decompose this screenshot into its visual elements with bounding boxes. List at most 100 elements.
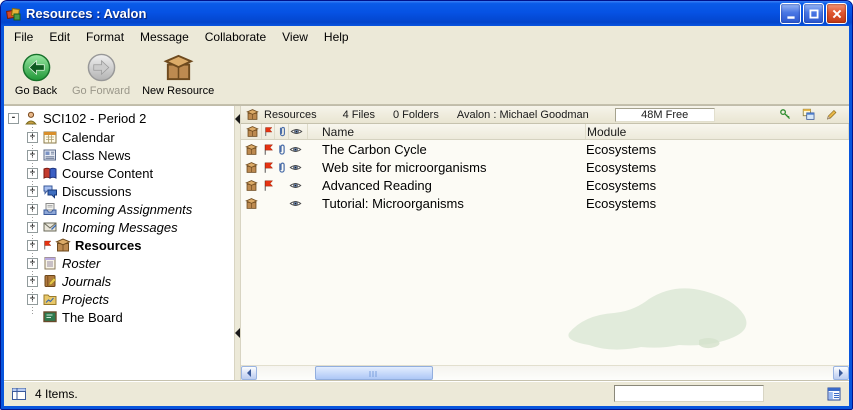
sidebar-item-roster[interactable]: + Roster [27, 254, 234, 272]
flag-icon [42, 237, 53, 253]
app-icon[interactable] [6, 6, 22, 22]
menu-bar: File Edit Format Message Collaborate Vie… [4, 26, 849, 47]
roster-icon [42, 255, 58, 271]
content-header: Resources 4 Files 0 Folders Avalon : Mic… [241, 106, 849, 124]
file-list: The Carbon Cycle Ecosystems Web site for… [241, 140, 849, 365]
menu-collaborate[interactable]: Collaborate [197, 28, 274, 46]
paperclip-icon [275, 161, 288, 174]
flag-icon [262, 143, 275, 156]
eye-icon [289, 143, 302, 156]
item-module: Ecosystems [586, 140, 849, 158]
flag-icon [262, 179, 275, 192]
sidebar-item-journals[interactable]: + Journals [27, 272, 234, 290]
item-name: Web site for microorganisms [308, 158, 586, 176]
list-item-row[interactable]: The Carbon Cycle Ecosystems [241, 140, 849, 158]
flag-icon [262, 161, 275, 174]
package-icon [245, 179, 258, 192]
app-window: Resources : Avalon File Edit Format Mess… [0, 0, 853, 410]
column-header-type[interactable] [245, 124, 262, 139]
layout-icon[interactable] [826, 386, 842, 402]
forward-icon [86, 52, 117, 83]
column-header-flag[interactable] [262, 124, 275, 139]
sidebar-item-incoming-assignments[interactable]: + Incoming Assignments [27, 200, 234, 218]
scroll-left-button[interactable] [241, 366, 257, 380]
sidebar-item-incoming-messages[interactable]: + Incoming Messages [27, 218, 234, 236]
journal-icon [42, 273, 58, 289]
status-text-field[interactable] [614, 385, 764, 402]
column-header-visible[interactable] [289, 124, 308, 139]
menu-file[interactable]: File [6, 28, 41, 46]
scroll-right-button[interactable] [833, 366, 849, 380]
collapse-left-arrow-icon[interactable] [235, 114, 240, 124]
column-header-module[interactable]: Module [586, 124, 849, 139]
tree-children: + Calendar + Class News + Course Content [8, 128, 234, 326]
titlebar[interactable]: Resources : Avalon [1, 1, 852, 26]
restore-button[interactable] [803, 3, 824, 24]
package-icon [245, 143, 258, 156]
eye-icon [289, 179, 302, 192]
go-forward-button: Go Forward [68, 50, 134, 102]
list-item-row[interactable]: Advanced Reading Ecosystems [241, 176, 849, 194]
sidebar-item-projects[interactable]: + Projects [27, 290, 234, 308]
news-icon [42, 147, 58, 163]
item-name: Tutorial: Microorganisms [308, 194, 586, 212]
sidebar-item-the-board[interactable]: The Board [27, 308, 234, 326]
back-icon [21, 52, 52, 83]
tree-item-label: Incoming Assignments [62, 202, 192, 217]
chat-bubbles-icon [42, 183, 58, 199]
view-mode-icon[interactable] [11, 386, 27, 402]
menu-view[interactable]: View [274, 28, 316, 46]
menu-edit[interactable]: Edit [41, 28, 78, 46]
board-icon [42, 309, 58, 325]
close-button[interactable] [826, 3, 847, 24]
free-space-indicator: 48M Free [615, 108, 715, 122]
left-arrow-icon [247, 369, 251, 377]
key-icon[interactable] [779, 108, 792, 121]
course-icon [23, 110, 39, 126]
inbox-icon [42, 201, 58, 217]
minimize-button[interactable] [780, 3, 801, 24]
map-watermark [549, 278, 759, 358]
server-account: Avalon : Michael Goodman [457, 109, 589, 121]
sidebar-item-course-content[interactable]: + Course Content [27, 164, 234, 182]
toolbar: Go Back Go Forward New Resource [4, 47, 849, 105]
windows-icon[interactable] [802, 108, 815, 121]
go-back-button[interactable]: Go Back [8, 50, 64, 102]
sidebar-item-discussions[interactable]: + Discussions [27, 182, 234, 200]
eye-icon [290, 125, 303, 138]
new-resource-label: New Resource [142, 85, 214, 97]
new-resource-button[interactable]: New Resource [138, 50, 218, 102]
edit-pencil-icon[interactable] [825, 108, 838, 121]
go-back-label: Go Back [15, 85, 57, 97]
tree-item-label: Resources [75, 238, 141, 253]
tree-item-label: Class News [62, 148, 131, 163]
sidebar-item-calendar[interactable]: + Calendar [27, 128, 234, 146]
right-arrow-icon [839, 369, 843, 377]
go-forward-label: Go Forward [72, 85, 130, 97]
window-body: File Edit Format Message Collaborate Vie… [4, 26, 849, 406]
file-count: 4 Files [343, 109, 375, 121]
sidebar-item-resources[interactable]: + Resources [27, 236, 234, 254]
sidebar-item-class-news[interactable]: + Class News [27, 146, 234, 164]
list-item-row[interactable]: Tutorial: Microorganisms Ecosystems [241, 194, 849, 212]
scrollbar-track[interactable] [257, 366, 833, 380]
pane-splitter[interactable] [234, 106, 241, 380]
column-header-attachment[interactable] [275, 124, 289, 139]
folder-count: 0 Folders [393, 109, 439, 121]
menu-help[interactable]: Help [316, 28, 357, 46]
menu-message[interactable]: Message [132, 28, 197, 46]
scrollbar-thumb[interactable] [315, 366, 433, 380]
menu-format[interactable]: Format [78, 28, 132, 46]
paperclip-icon [275, 143, 288, 156]
package-icon [55, 237, 71, 253]
column-header-name[interactable]: Name [308, 124, 586, 139]
panel-title: Resources [264, 109, 317, 121]
horizontal-scrollbar[interactable] [241, 365, 849, 380]
tree-item-label: The Board [62, 310, 123, 325]
tree-collapse-toggle[interactable]: - [8, 113, 19, 124]
collapse-left-arrow-icon[interactable] [235, 328, 240, 338]
list-item-row[interactable]: Web site for microorganisms Ecosystems [241, 158, 849, 176]
tree-root-course[interactable]: - SCI102 - Period 2 [8, 109, 234, 127]
column-headers: Name Module [241, 124, 849, 140]
paperclip-icon [276, 125, 288, 138]
